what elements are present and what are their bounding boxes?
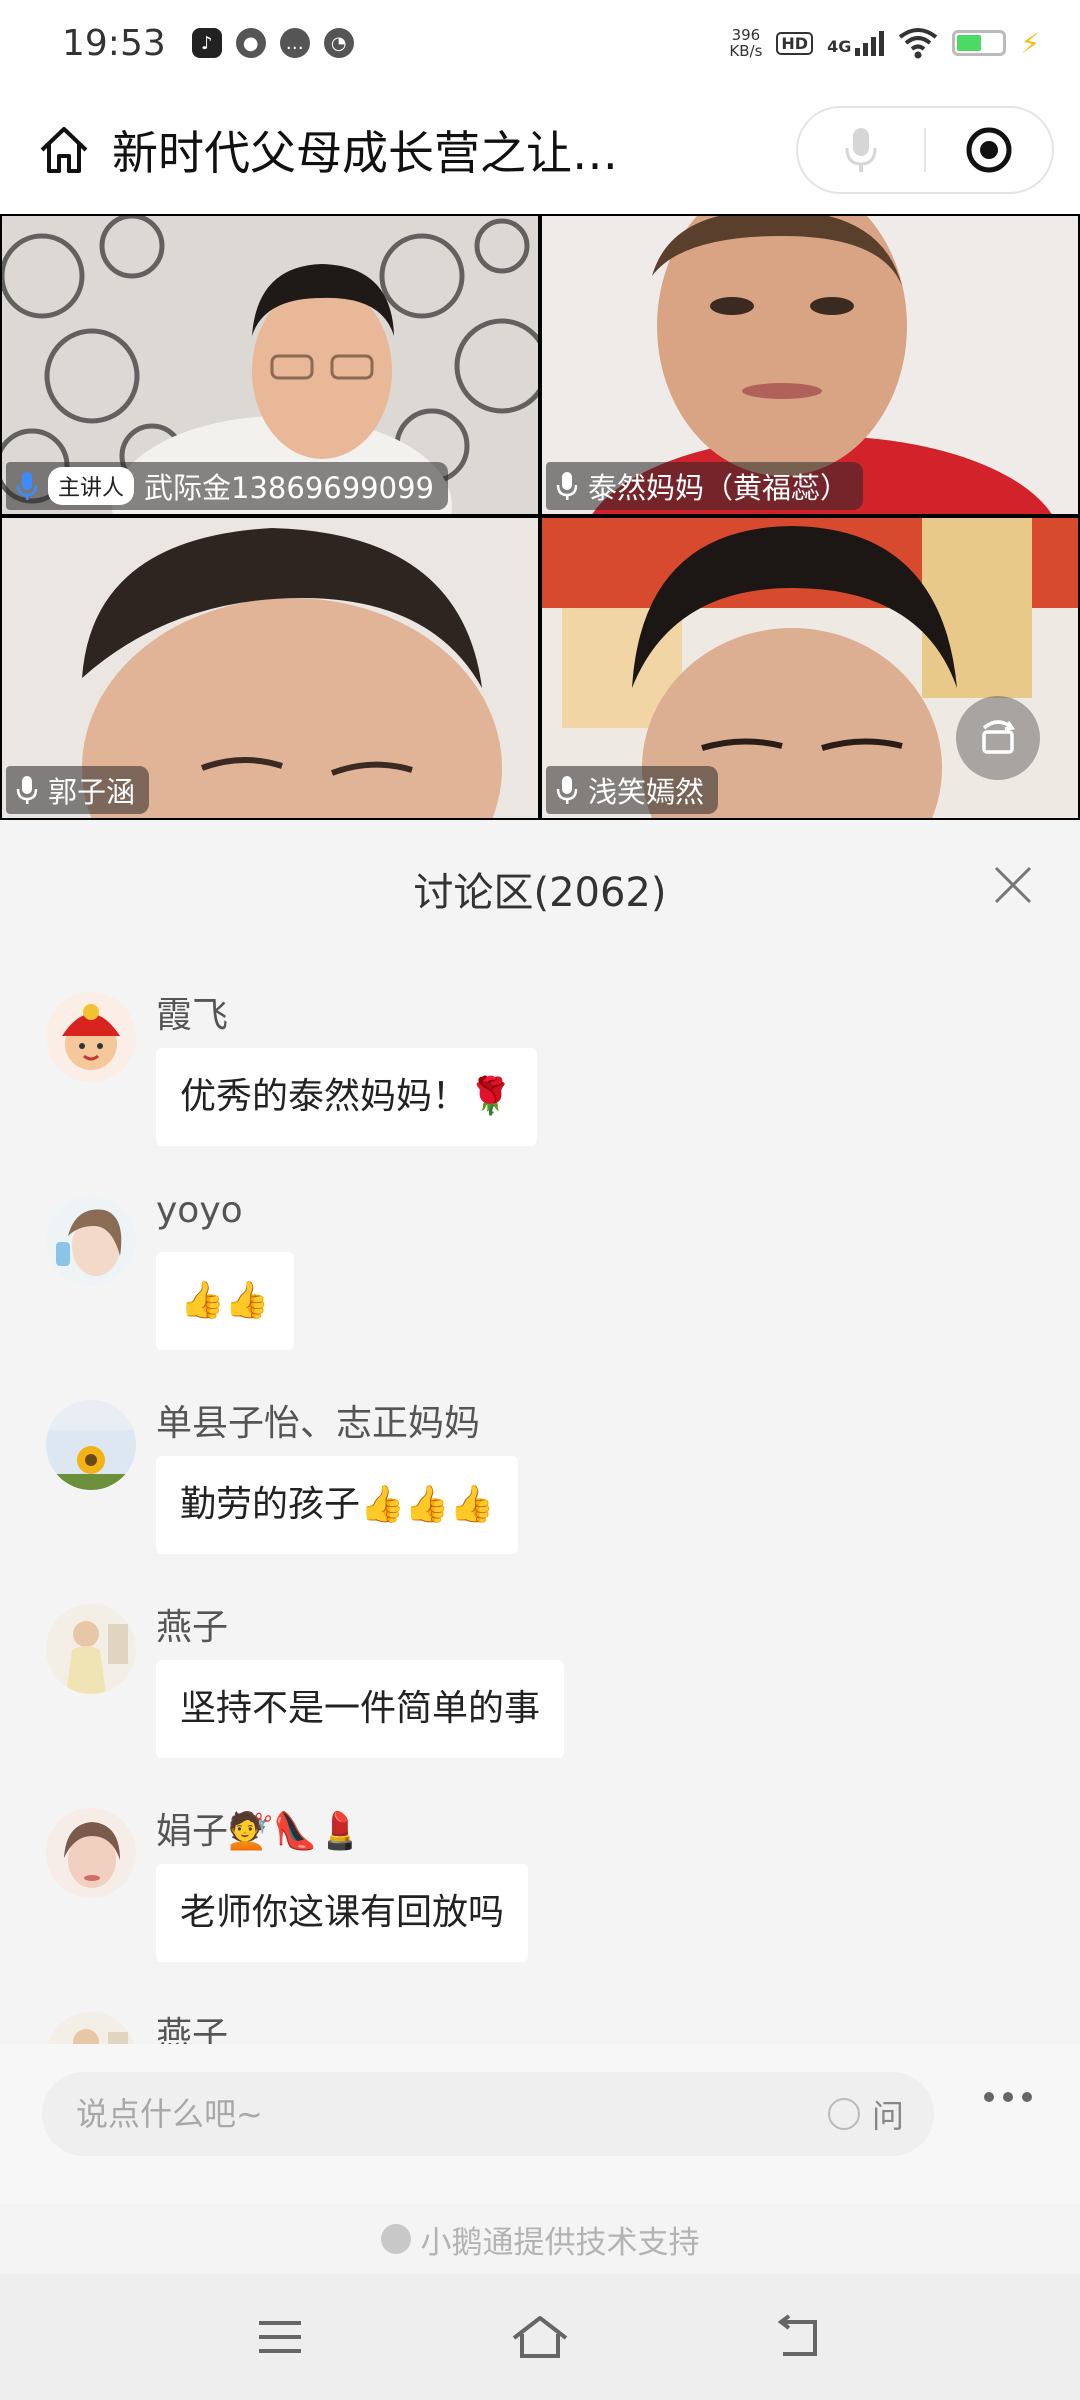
message-bubble: 优秀的泰然妈妈！🌹 [156, 1048, 537, 1146]
status-indicators: 396 KB/s HD 4G ⚡ [729, 27, 1040, 60]
sender-name: 霞飞 [156, 995, 229, 1036]
more-options-button[interactable] [984, 2092, 1032, 2102]
discussion-panel: 讨论区(2062) 霞飞 优秀的泰然妈妈！🌹 yoyo 👍👍 单县子怡、志正妈妈… [0, 820, 1080, 2044]
avatar[interactable] [46, 992, 136, 1082]
chat-message: 单县子怡、志正妈妈 勤劳的孩子👍👍👍 [46, 1394, 1036, 1598]
network-type: 4G [827, 37, 852, 56]
participant-tag: 郭子涵 [6, 766, 150, 814]
participant-name: 郭子涵 [48, 775, 136, 809]
nav-menu-button[interactable] [245, 2302, 315, 2372]
avatar[interactable] [46, 1604, 136, 1694]
more-icon [984, 2092, 994, 2102]
chat-message: 霞飞 优秀的泰然妈妈！🌹 [46, 986, 1036, 1190]
participant-tag: 浅笑嫣然 [546, 766, 719, 814]
chat-input-bar: 问 [0, 2044, 1080, 2204]
message-bubble: 老师你这课有回放吗 [156, 1864, 529, 1962]
discussion-title: 讨论区(2062) [413, 870, 667, 916]
host-badge: 主讲人 [48, 467, 135, 505]
message-icon: … [279, 28, 310, 58]
participant-name: 浅笑嫣然 [588, 775, 705, 809]
home-icon [40, 127, 88, 173]
participant-name: 武际金13869699099 [144, 471, 434, 505]
participant-tag-host: 主讲人 武际金13869699099 [6, 462, 448, 510]
speedometer-icon: ◔ [323, 28, 354, 58]
powered-by: 小鹅通提供技术支持 [0, 2204, 1080, 2274]
sender-name: 单县子怡、志正妈妈 [156, 1403, 481, 1444]
system-nav-bar [0, 2274, 1080, 2400]
chat-message: yoyo 👍👍 [46, 1190, 1036, 1394]
ask-question-toggle[interactable]: 问 [827, 2072, 904, 2156]
avatar[interactable] [46, 2012, 136, 2044]
close-miniprogram-button[interactable] [926, 108, 1052, 192]
status-bar: 19:53 ♪ ● … ◔ 396 KB/s HD 4G ⚡ [0, 0, 1080, 86]
sender-name: 娟子💇👠💄 [156, 1811, 363, 1852]
voice-button[interactable] [798, 108, 924, 192]
nav-back-button[interactable] [765, 2302, 835, 2372]
radio-icon [827, 2098, 860, 2130]
net-speed-value: 396 [731, 26, 761, 44]
xiaoetong-logo-icon [380, 2224, 411, 2254]
close-discussion-button[interactable] [990, 862, 1036, 908]
mic-icon [16, 775, 38, 805]
avatar[interactable] [46, 1808, 136, 1898]
video-tile-host[interactable]: 主讲人 武际金13869699099 [2, 216, 538, 514]
video-tile-participant[interactable]: 郭子涵 [2, 518, 538, 818]
rotate-icon [982, 720, 1015, 754]
hd-badge: HD [776, 31, 814, 55]
avatar[interactable] [46, 1196, 136, 1286]
video-grid: 主讲人 武际金13869699099 泰然妈妈（黄福蕊） 郭子涵 浅笑嫣然 [0, 214, 1080, 820]
cellular-signal-icon: 4G [827, 30, 885, 56]
mic-icon [556, 775, 578, 805]
chat-input[interactable] [76, 2072, 776, 2156]
chat-input-container: 问 [42, 2072, 934, 2156]
mic-active-icon [16, 471, 38, 501]
app-header: 新时代父母成长营之让… [0, 86, 1080, 214]
wifi-icon [899, 28, 938, 59]
page-title: 新时代父母成长营之让… [112, 126, 618, 180]
net-speed-unit: KB/s [729, 42, 763, 60]
battery-icon [952, 30, 1007, 56]
participant-name: 泰然妈妈（黄福蕊） [588, 471, 850, 505]
message-bubble: 👍👍 [156, 1252, 294, 1350]
chat-message: 燕子 [46, 2006, 1036, 2044]
close-icon [994, 866, 1032, 904]
mini-program-capsule [796, 106, 1054, 194]
tiktok-icon: ♪ [191, 28, 222, 58]
charging-icon: ⚡ [1020, 26, 1040, 60]
microphone-icon [845, 128, 877, 172]
home-button[interactable] [34, 120, 94, 180]
rotate-screen-button[interactable] [956, 696, 1040, 780]
chat-message: 娟子💇👠💄 老师你这课有回放吗 [46, 1802, 1036, 2006]
target-icon [966, 127, 1012, 173]
net-speed: 396 KB/s [729, 27, 762, 59]
participant-tag: 泰然妈妈（黄福蕊） [546, 462, 864, 510]
back-icon [777, 2314, 817, 2356]
nav-home-button[interactable] [505, 2302, 575, 2372]
sender-name: 燕子 [156, 1607, 229, 1648]
wechat-icon: ● [235, 28, 266, 58]
mic-icon [556, 471, 578, 501]
avatar[interactable] [46, 1400, 136, 1490]
message-bubble: 坚持不是一件简单的事 [156, 1660, 565, 1758]
video-tile-participant[interactable]: 浅笑嫣然 [542, 518, 1078, 818]
ask-label: 问 [871, 2097, 904, 2135]
message-bubble: 勤劳的孩子👍👍👍 [156, 1456, 519, 1554]
sender-name: yoyo [156, 1190, 243, 1231]
status-time: 19:53 [62, 22, 166, 64]
video-tile-participant[interactable]: 泰然妈妈（黄福蕊） [542, 216, 1078, 514]
home-icon [512, 2316, 568, 2358]
chat-message: 燕子 坚持不是一件简单的事 [46, 1598, 1036, 1802]
menu-icon [259, 2321, 301, 2353]
status-app-icons: ♪ ● … ◔ [191, 28, 354, 58]
sender-name: 燕子 [156, 2015, 229, 2044]
powered-by-text: 小鹅通提供技术支持 [420, 2224, 700, 2261]
